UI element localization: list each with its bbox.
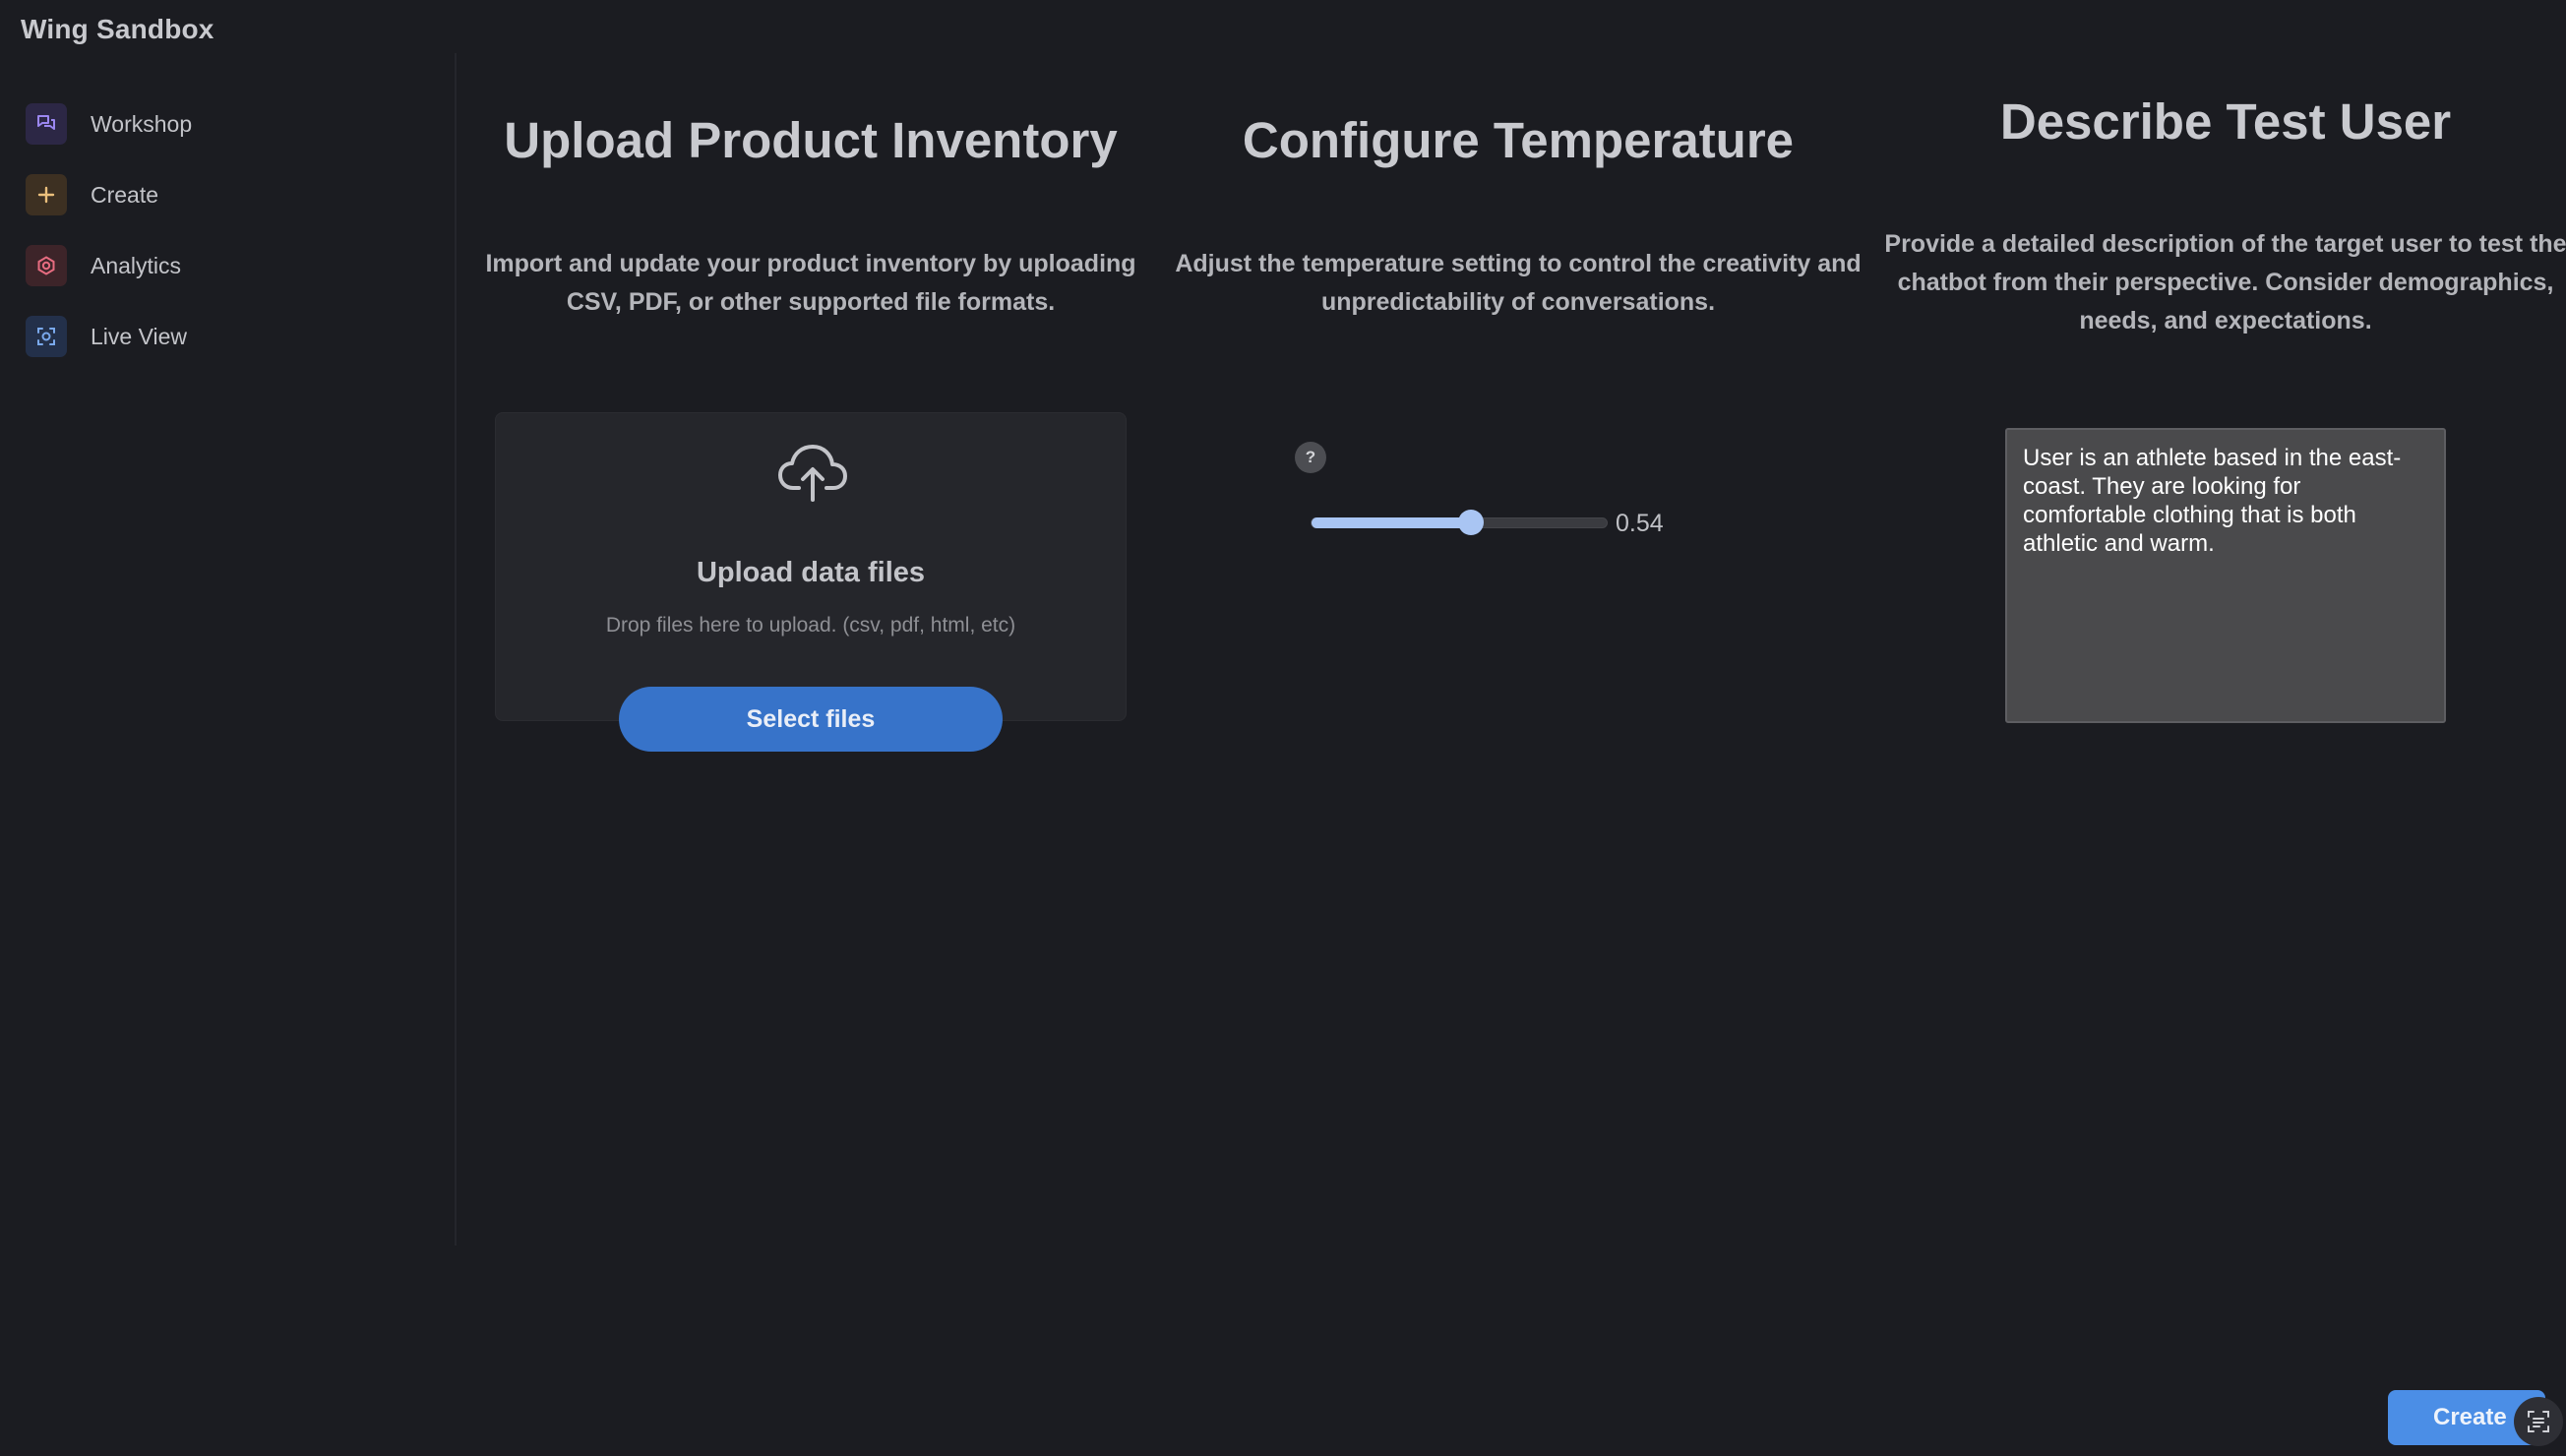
sidebar-item-create[interactable]: Create xyxy=(26,173,158,216)
test-user-description-input[interactable] xyxy=(2005,428,2446,723)
sidebar-item-label: Analytics xyxy=(91,252,182,278)
help-icon[interactable]: ? xyxy=(1295,442,1326,473)
sidebar-item-label: Create xyxy=(91,181,159,208)
upload-hint: Drop files here to upload. (csv, pdf, ht… xyxy=(605,614,1016,637)
sidebar-item-label: Live View xyxy=(91,323,188,349)
cloud-upload-icon xyxy=(777,443,848,504)
target-icon xyxy=(26,245,67,286)
sidebar: Workshop Create Analytics Live View xyxy=(0,53,457,1245)
sidebar-item-label: Workshop xyxy=(91,110,193,137)
scan-focus-icon xyxy=(26,316,67,357)
upload-section-title: Upload Product Inventory xyxy=(504,112,1118,168)
temperature-section-title: Configure Temperature xyxy=(1242,112,1795,168)
plus-icon xyxy=(26,174,67,215)
sidebar-item-analytics[interactable]: Analytics xyxy=(26,244,181,287)
app-title: Wing Sandbox xyxy=(21,14,214,44)
test-user-section-description: Provide a detailed description of the ta… xyxy=(1884,230,2566,334)
test-user-section-title: Describe Test User xyxy=(1999,93,2452,150)
sidebar-item-workshop[interactable]: Workshop xyxy=(26,102,192,146)
sidebar-item-live-view[interactable]: Live View xyxy=(26,315,187,358)
temperature-slider[interactable] xyxy=(1311,510,1608,535)
file-dropzone[interactable]: Upload data files Drop files here to upl… xyxy=(495,412,1127,721)
chat-bubbles-icon xyxy=(26,103,67,145)
screen-scan-icon[interactable] xyxy=(2514,1397,2563,1446)
slider-thumb[interactable] xyxy=(1458,510,1484,535)
select-files-button[interactable]: Select files xyxy=(619,687,1003,752)
temperature-section-description: Adjust the temperature setting to contro… xyxy=(1175,250,1862,316)
upload-section-description: Import and update your product inventory… xyxy=(485,250,1136,316)
upload-heading: Upload data files xyxy=(696,557,926,588)
temperature-value: 0.54 xyxy=(1616,510,1664,537)
slider-fill xyxy=(1312,517,1471,528)
